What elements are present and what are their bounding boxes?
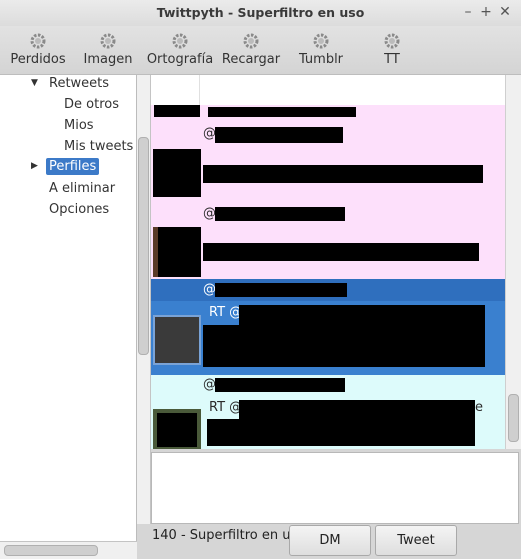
tumblr-label: Tumblr [298, 52, 344, 67]
sidebar-item-mis-tweets[interactable]: Mis tweets [64, 139, 133, 154]
avatar [153, 315, 201, 365]
imagen-label: Imagen [83, 52, 133, 67]
gear-icon [30, 33, 46, 49]
dm-button[interactable]: DM [289, 525, 371, 556]
timeline-header-row [151, 75, 505, 105]
tweet-button[interactable]: Tweet [375, 525, 457, 556]
tweet-row-cyan[interactable]: @ RT @ e [151, 375, 505, 449]
recargar-button[interactable]: Recargar [220, 26, 282, 74]
retweet-prefix: RT @ [209, 400, 243, 415]
collapse-arrow-icon[interactable]: ▶ [31, 161, 38, 171]
avatar [153, 149, 201, 197]
minimize-icon[interactable]: – [460, 4, 476, 20]
gear-icon [172, 33, 188, 49]
sidebar-item-a-eliminar[interactable]: A eliminar [49, 181, 115, 196]
window-title: Twittpyth - Superfiltro en uso [156, 5, 365, 20]
expand-arrow-icon[interactable]: ▼ [31, 78, 38, 88]
tt-button[interactable]: TT [370, 26, 414, 74]
sidebar-scrollbar[interactable] [137, 75, 151, 541]
title-bar: Twittpyth - Superfiltro en uso – + ✕ [0, 0, 521, 27]
timeline: @ @ @ RT @ @ RT @ e [151, 75, 505, 449]
sidebar-hscroll-thumb[interactable] [4, 545, 98, 556]
perdidos-button[interactable]: Perdidos [4, 26, 72, 74]
sidebar-item-perfiles[interactable]: Perfiles [46, 158, 100, 175]
retweet-prefix: RT @ [209, 305, 243, 320]
timeline-scrollbar[interactable] [505, 75, 521, 449]
tumblr-button[interactable]: Tumblr [294, 26, 348, 74]
timeline-scroll-thumb[interactable] [508, 394, 519, 442]
imagen-button[interactable]: Imagen [78, 26, 138, 74]
sidebar-item-retweets[interactable]: Retweets [49, 76, 109, 91]
sidebar-item-opciones[interactable]: Opciones [49, 202, 109, 217]
gear-icon [313, 33, 329, 49]
sidebar-hscrollbar[interactable] [0, 541, 137, 559]
tweet-row-selected[interactable]: @ RT @ [151, 279, 505, 375]
status-bar: 140 - Superfiltro en uso DM Tweet [137, 524, 521, 558]
sidebar-scroll-thumb[interactable] [138, 137, 149, 355]
ortografia-button[interactable]: Ortografía [144, 26, 216, 74]
perdidos-label: Perdidos [10, 52, 66, 67]
character-count-status: 140 - Superfiltro en uso [152, 528, 306, 543]
gear-icon [100, 33, 116, 49]
tt-label: TT [384, 52, 400, 67]
recargar-label: Recargar [221, 52, 281, 67]
ortografia-label: Ortografía [146, 52, 214, 67]
avatar [154, 105, 200, 117]
tweet-text-fragment: e [475, 400, 483, 415]
gear-icon [384, 33, 400, 49]
sidebar-tree: ▼ Retweets De otros Mios Mis tweets ▶ Pe… [0, 75, 137, 541]
gear-icon [243, 33, 259, 49]
toolbar: Perdidos Imagen Ortografía Recargar Tumb… [0, 26, 521, 75]
sidebar-item-mios[interactable]: Mios [64, 118, 94, 133]
tweet-composer-input[interactable] [151, 452, 519, 524]
close-icon[interactable]: ✕ [497, 4, 513, 20]
tweet-row-pink[interactable]: @ @ [151, 105, 505, 279]
maximize-icon[interactable]: + [478, 4, 494, 20]
sidebar-item-de-otros[interactable]: De otros [64, 97, 119, 112]
